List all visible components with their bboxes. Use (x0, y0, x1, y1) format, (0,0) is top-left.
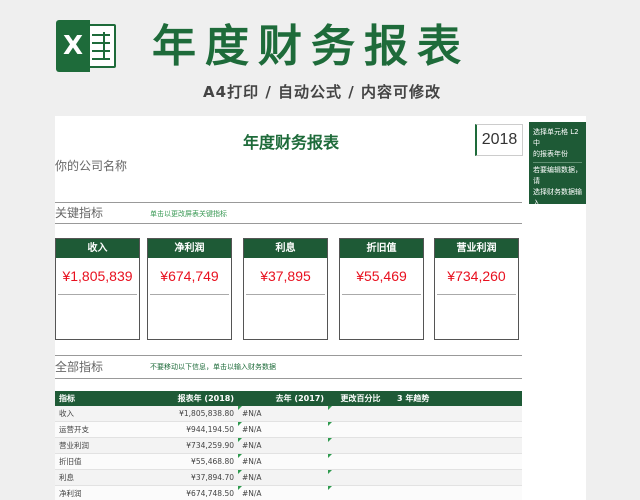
report-year-value[interactable]: ¥1,805,838.80 (150, 406, 238, 422)
divider-all-bottom (55, 378, 522, 379)
worksheet: 年度财务报表 你的公司名称 2018 关键指标 单击以更改屏表关键指标 收入 ¥… (55, 116, 586, 500)
metric-name[interactable]: 运营开支 (55, 421, 150, 438)
last-year-value[interactable]: #N/A (238, 421, 328, 438)
last-year-value[interactable]: #N/A (238, 469, 328, 486)
last-year-value[interactable]: #N/A (238, 453, 328, 470)
kpi-card-revenue[interactable]: 收入 ¥1,805,839 (55, 238, 140, 340)
divider-top (55, 202, 522, 203)
table-row[interactable]: 收入 ¥1,805,838.80 #N/A (55, 406, 522, 422)
trend-cell[interactable] (393, 437, 522, 454)
last-year-value[interactable]: #N/A (238, 485, 328, 500)
change-percent-cell[interactable] (328, 453, 393, 470)
note-line: 的报表年份 (533, 150, 568, 158)
kpi-divider (342, 294, 421, 295)
instruction-note-panel: 选择单元格 L2 中 的报表年份 若要编辑数据，请 选择财务数据输入 工作表 (529, 122, 586, 218)
last-year-value[interactable]: #N/A (238, 437, 328, 454)
kpi-card-net-profit[interactable]: 净利润 ¥674,749 (147, 238, 232, 340)
trend-cell[interactable] (393, 406, 522, 422)
col-header-change-percent: 更改百分比 (328, 391, 393, 406)
change-percent-cell[interactable] (328, 469, 393, 486)
kpi-card-depreciation[interactable]: 折旧值 ¥55,469 (339, 238, 424, 340)
report-year-value[interactable]: ¥55,468.80 (150, 453, 238, 470)
kpi-divider (58, 294, 137, 295)
trend-cell[interactable] (393, 485, 522, 500)
table-row[interactable]: 利息 ¥37,894.70 #N/A (55, 469, 522, 486)
report-year-cell[interactable]: 2018 (475, 124, 523, 156)
change-percent-cell[interactable] (328, 421, 393, 438)
company-name[interactable]: 你的公司名称 (55, 158, 127, 174)
logo-letter: X (56, 20, 90, 72)
key-metrics-hint: 单击以更改屏表关键指标 (150, 210, 227, 218)
trend-cell[interactable] (393, 469, 522, 486)
metric-name[interactable]: 营业利润 (55, 437, 150, 454)
kpi-divider (150, 294, 229, 295)
metric-name[interactable]: 收入 (55, 406, 150, 422)
divider-all-top (55, 355, 522, 356)
col-header-trend: 3 年趋势 (393, 391, 522, 406)
kpi-divider (246, 294, 325, 295)
kpi-label: 利息 (244, 239, 327, 258)
table-row[interactable]: 折旧值 ¥55,468.80 #N/A (55, 453, 522, 470)
change-percent-cell[interactable] (328, 406, 393, 422)
col-header-last-year: 去年 (2017) (238, 391, 328, 406)
kpi-label: 营业利润 (435, 239, 518, 258)
trend-cell[interactable] (393, 453, 522, 470)
sheet-title[interactable]: 年度财务报表 (211, 132, 371, 154)
all-metrics-hint: 不要移动以下信息，单击以输入财务数据 (150, 363, 276, 371)
note-divider (533, 162, 582, 163)
report-year-value[interactable]: ¥734,259.90 (150, 437, 238, 454)
kpi-divider (437, 294, 516, 295)
divider-key (55, 223, 522, 224)
change-percent-cell[interactable] (328, 485, 393, 500)
report-year-value[interactable]: ¥37,894.70 (150, 469, 238, 486)
report-year-value[interactable]: ¥674,748.50 (150, 485, 238, 500)
kpi-value: ¥37,895 (260, 268, 311, 284)
last-year-value[interactable]: #N/A (238, 406, 328, 422)
note-line: 工作表 (533, 210, 554, 218)
metrics-table: 指标 报表年 (2018) 去年 (2017) 更改百分比 3 年趋势 收入 ¥… (55, 391, 522, 500)
kpi-label: 净利润 (148, 239, 231, 258)
trend-cell[interactable] (393, 421, 522, 438)
banner-title: 年度财务报表 (152, 21, 470, 72)
key-metrics-label: 关键指标 (55, 206, 104, 220)
kpi-card-interest[interactable]: 利息 ¥37,895 (243, 238, 328, 340)
kpi-value: ¥1,805,839 (62, 268, 133, 284)
note-line: 选择财务数据输入 (533, 188, 582, 207)
table-row[interactable]: 营业利润 ¥734,259.90 #N/A (55, 437, 522, 454)
all-metrics-label: 全部指标 (55, 360, 104, 374)
note-line: 选择单元格 L2 中 (533, 128, 579, 147)
kpi-value: ¥55,469 (356, 268, 407, 284)
col-header-report-year: 报表年 (2018) (150, 391, 238, 406)
metric-name[interactable]: 净利润 (55, 485, 150, 500)
banner-subtitle: A4打印 / 自动公式 / 内容可修改 (203, 83, 441, 101)
kpi-label: 折旧值 (340, 239, 423, 258)
report-year-value[interactable]: ¥944,194.50 (150, 421, 238, 438)
table-row[interactable]: 运营开支 ¥944,194.50 #N/A (55, 421, 522, 438)
kpi-label: 收入 (56, 239, 139, 258)
excel-logo: X (56, 20, 118, 72)
table-header-row: 指标 报表年 (2018) 去年 (2017) 更改百分比 3 年趋势 (55, 391, 522, 406)
kpi-card-operating-profit[interactable]: 营业利润 ¥734,260 (434, 238, 519, 340)
kpi-value: ¥674,749 (160, 268, 219, 284)
table-row[interactable]: 净利润 ¥674,748.50 #N/A (55, 485, 522, 500)
change-percent-cell[interactable] (328, 437, 393, 454)
metric-name[interactable]: 利息 (55, 469, 150, 486)
metric-name[interactable]: 折旧值 (55, 453, 150, 470)
col-header-metric: 指标 (55, 391, 150, 406)
kpi-value: ¥734,260 (447, 268, 506, 284)
note-line: 若要编辑数据，请 (533, 166, 582, 185)
